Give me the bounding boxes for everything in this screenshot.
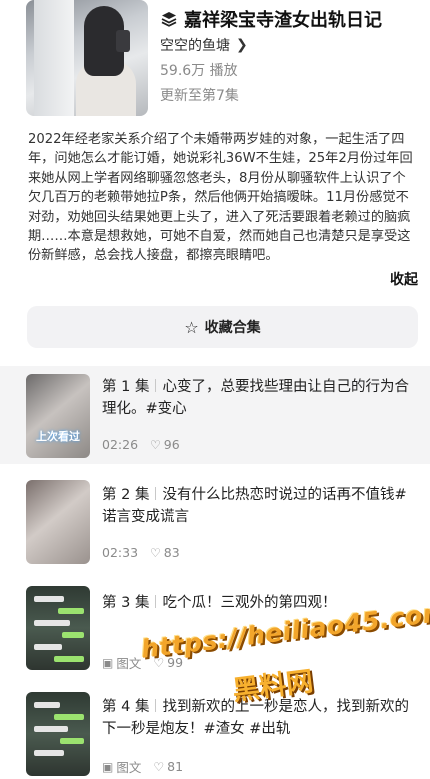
last-watched-overlay: 上次看过 xyxy=(36,430,80,443)
heart-icon: ♡ xyxy=(150,545,161,560)
episode-number: 第 3 集 xyxy=(102,595,150,611)
chat-bubble xyxy=(54,714,84,720)
collection-description: 2022年经老家关系介绍了个未婚带两岁娃的对象，一起生活了四年，问她怎么才能订婚… xyxy=(28,132,413,264)
collection-cover-image[interactable] xyxy=(26,0,148,116)
episode-duration: 02:26 xyxy=(102,437,139,452)
episode-title: 第 2 集没有什么比热恋时说过的话再不值钱#诺言变成谎言 xyxy=(102,484,412,528)
chat-bubble xyxy=(60,738,84,744)
image-text-icon: ▣ xyxy=(102,759,114,774)
title-divider xyxy=(155,379,157,392)
play-count: 59.6万 播放 xyxy=(160,63,238,79)
episode-likes: 83 xyxy=(163,545,180,560)
chat-bubble xyxy=(54,656,84,662)
episode-meta: 02:26 ♡ 96 xyxy=(102,437,180,452)
episode-number: 第 4 集 xyxy=(102,699,150,715)
episode-duration: 02:33 xyxy=(102,545,139,560)
chat-bubble xyxy=(34,596,64,602)
collection-title: 嘉祥梁宝寺渣女出轨日记 xyxy=(184,10,382,31)
title-divider xyxy=(155,487,157,500)
cover-door xyxy=(34,0,74,116)
image-text-icon: ▣ xyxy=(102,655,114,670)
heart-icon: ♡ xyxy=(153,759,165,774)
author-link[interactable]: 空空的鱼塘 ❯ xyxy=(160,35,248,55)
chat-bubble xyxy=(34,620,70,626)
favorite-collection-button[interactable]: ☆ 收藏合集 xyxy=(27,306,418,348)
chevron-right-icon: ❯ xyxy=(236,37,248,53)
chat-bubble xyxy=(34,726,68,732)
episode-item[interactable]: 第 2 集没有什么比热恋时说过的话再不值钱#诺言变成谎言 02:33 ♡ 83 xyxy=(0,474,430,572)
author-name: 空空的鱼塘 xyxy=(160,38,230,54)
episode-meta: 02:33 ♡ 83 xyxy=(102,545,180,560)
collapse-button[interactable]: 收起 xyxy=(390,269,418,289)
chat-bubble xyxy=(62,632,84,638)
episode-thumbnail xyxy=(26,480,90,564)
star-icon: ☆ xyxy=(184,317,199,337)
episode-type: 图文 xyxy=(116,656,142,671)
title-row: 嘉祥梁宝寺渣女出轨日记 xyxy=(160,6,382,32)
episode-text: 吃个瓜！三观外的第四观！ xyxy=(162,595,337,611)
title-divider xyxy=(155,699,157,712)
title-divider xyxy=(155,595,157,608)
episode-title: 第 1 集心变了，总要找些理由让自己的行为合理化。#变心 xyxy=(102,376,412,420)
episode-item[interactable]: 第 4 集找到新欢的上一秒是恋人，找到新欢的下一秒是炮友！#渣女 #出轨 ▣ 图… xyxy=(0,686,430,779)
episode-number: 第 1 集 xyxy=(102,379,150,395)
episode-type: 图文 xyxy=(116,760,142,775)
episode-likes: 81 xyxy=(167,759,184,774)
chat-bubble xyxy=(34,702,60,708)
chat-bubble xyxy=(34,644,62,650)
collection-stack-icon xyxy=(161,12,177,27)
episode-number: 第 2 集 xyxy=(102,487,150,503)
chat-bubble xyxy=(58,608,84,614)
episode-item[interactable]: 上次看过 第 1 集心变了，总要找些理由让自己的行为合理化。#变心 02:26 … xyxy=(0,366,430,464)
update-status: 更新至第7集 xyxy=(160,88,239,104)
episode-thumbnail xyxy=(26,692,90,776)
chat-bubble xyxy=(34,750,64,756)
episode-thumbnail: 上次看过 xyxy=(26,374,90,458)
favorite-label: 收藏合集 xyxy=(204,320,261,336)
cover-phone xyxy=(116,30,130,52)
heart-icon: ♡ xyxy=(150,437,161,452)
episode-thumbnail xyxy=(26,586,90,670)
episode-likes: 96 xyxy=(163,437,180,452)
episode-meta: ▣ 图文 ♡ 81 xyxy=(102,757,183,776)
collection-header: 嘉祥梁宝寺渣女出轨日记 空空的鱼塘 ❯ 59.6万 播放 更新至第7集 xyxy=(0,0,430,125)
